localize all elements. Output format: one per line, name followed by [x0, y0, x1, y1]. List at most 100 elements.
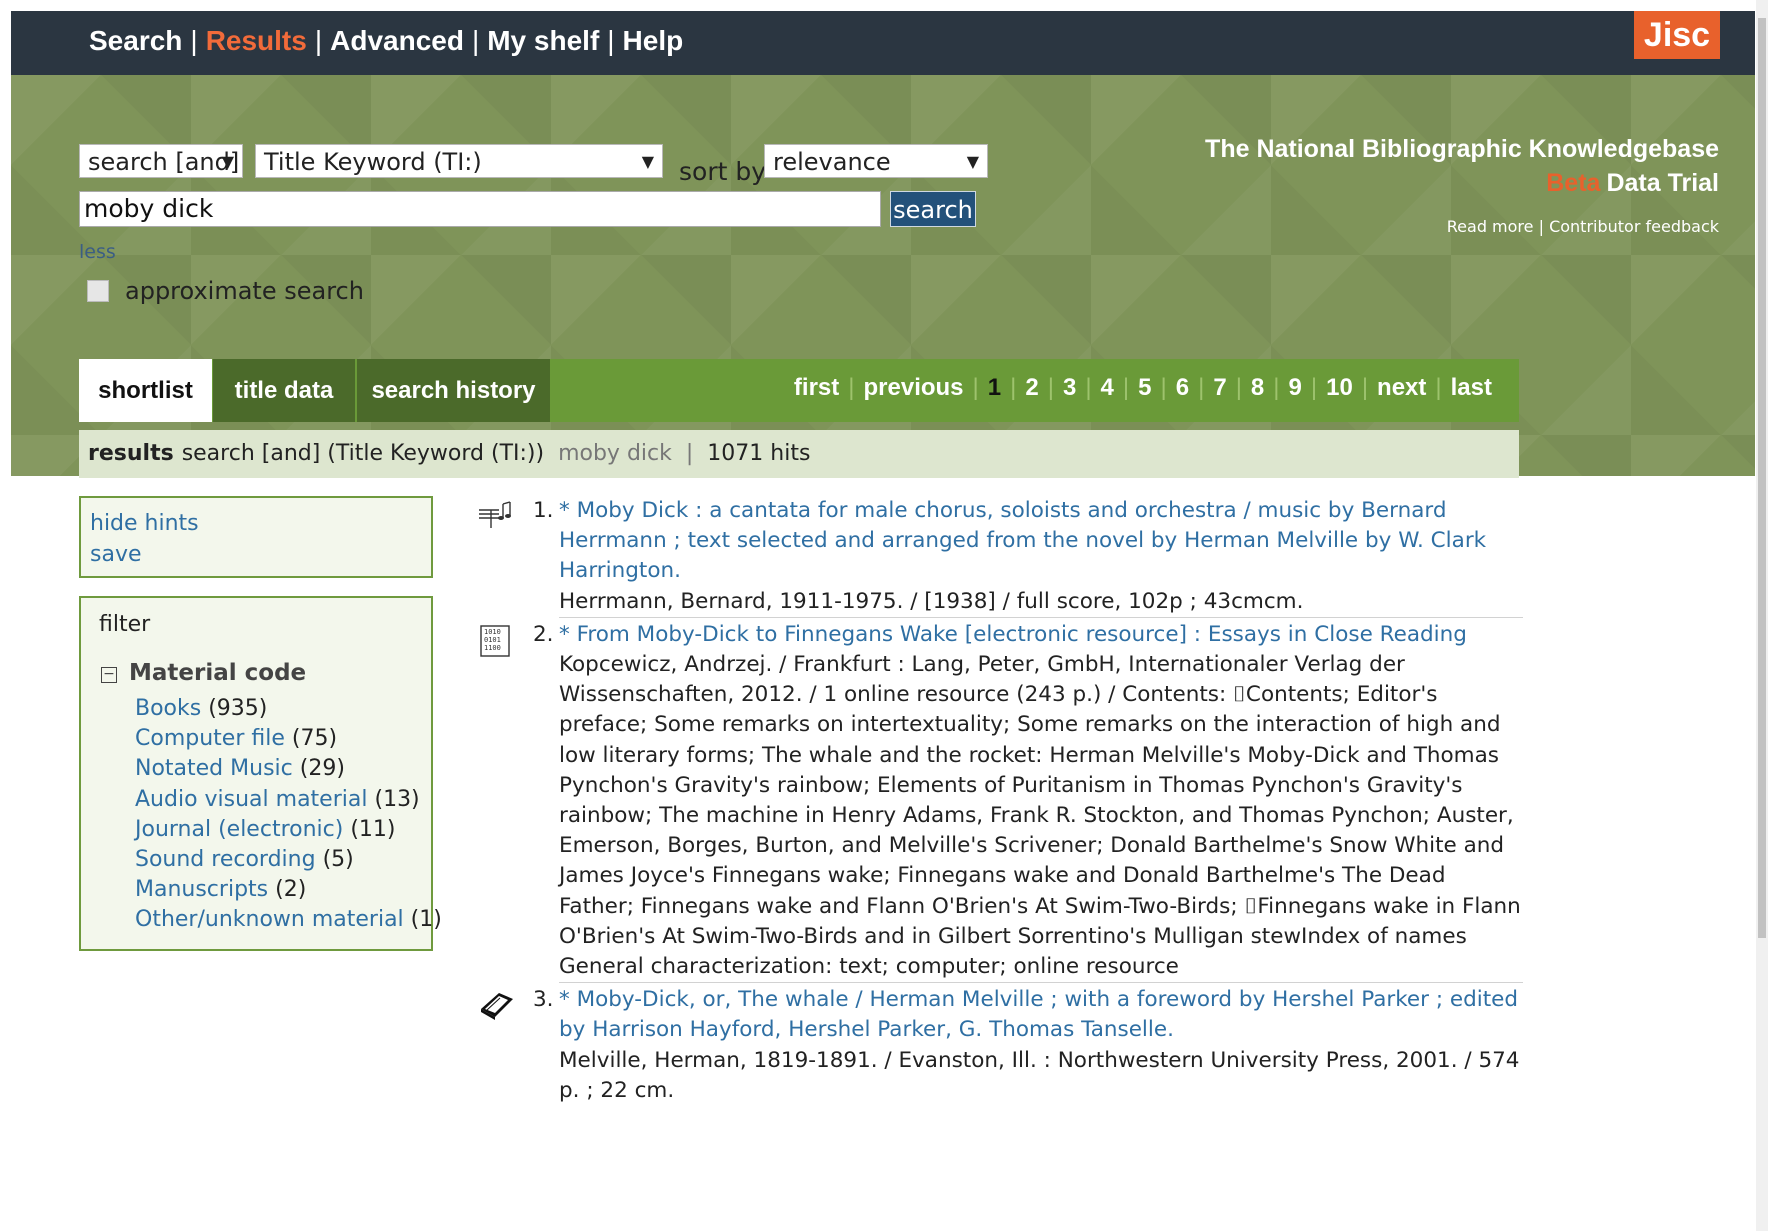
nav-help[interactable]: Help	[623, 25, 684, 56]
nav-my-shelf[interactable]: My shelf	[487, 25, 599, 56]
filter-journal-link[interactable]: Journal (electronic)	[135, 817, 343, 842]
book-icon	[477, 989, 515, 1021]
nav-results[interactable]: Results	[206, 25, 307, 56]
result-item: 3. * Moby-Dick, or, The whale / Herman M…	[477, 985, 1523, 1106]
dropdown-arrow-icon: ▼	[966, 152, 979, 171]
field-value: Title Keyword (TI:)	[264, 148, 482, 176]
pager-last[interactable]: last	[1442, 374, 1501, 401]
pager-page-1[interactable]: 1	[979, 374, 1010, 401]
result-item: 1010 0101 1100 2. * From Moby-Dick to Finn…	[477, 620, 1523, 984]
results-query: moby dick	[558, 441, 672, 466]
read-more-link[interactable]: Read more	[1447, 217, 1534, 236]
filter-title: filter	[99, 612, 151, 637]
filter-item: Manuscripts (2)	[135, 875, 442, 905]
field-select[interactable]: Title Keyword (TI:) ▼	[255, 144, 663, 178]
material-code-group[interactable]: − Material code	[101, 660, 306, 686]
pager-page-5[interactable]: 5	[1129, 374, 1160, 401]
pager-page-9[interactable]: 9	[1280, 374, 1311, 401]
result-body: * Moby-Dick, or, The whale / Herman Melv…	[559, 985, 1523, 1106]
pager-page-2[interactable]: 2	[1016, 374, 1047, 401]
pager-page-4[interactable]: 4	[1092, 374, 1123, 401]
filter-count: (11)	[350, 816, 396, 842]
beta-label: Beta	[1546, 169, 1601, 197]
filter-count: (935)	[208, 696, 268, 721]
scrollbar-thumb[interactable]	[1758, 18, 1766, 938]
filter-item: Notated Music (29)	[135, 754, 442, 784]
result-divider	[559, 616, 1523, 618]
svg-text:1100: 1100	[484, 644, 501, 652]
nav-search[interactable]: Search	[89, 25, 182, 56]
filter-other-link[interactable]: Other/unknown material	[135, 907, 404, 932]
approximate-search-label: approximate search	[125, 277, 364, 305]
filter-manuscripts-link[interactable]: Manuscripts	[135, 877, 268, 902]
filter-sound-recording-link[interactable]: Sound recording	[135, 847, 316, 872]
tab-shortlist[interactable]: shortlist	[79, 359, 212, 422]
contributor-feedback-link[interactable]: Contributor feedback	[1549, 217, 1719, 236]
save-link[interactable]: save	[90, 539, 422, 570]
result-details: Melville, Herman, 1819-1891. / Evanston,…	[559, 1047, 1520, 1103]
nav-separator: |	[314, 25, 323, 56]
pager-divider: |	[972, 374, 979, 401]
search-banner: search [and] ▼ Title Keyword (TI:) ▼ sor…	[11, 75, 1755, 476]
search-input[interactable]: moby dick	[79, 191, 881, 227]
pager-page-3[interactable]: 3	[1054, 374, 1085, 401]
nav-links: Search | Results | Advanced | My shelf | Help	[89, 25, 683, 57]
filter-notated-music-link[interactable]: Notated Music	[135, 756, 293, 781]
filter-audio-visual-link[interactable]: Audio visual material	[135, 787, 367, 812]
pager-divider: |	[848, 374, 855, 401]
filter-item: Computer file (75)	[135, 724, 442, 754]
material-code-label: Material code	[129, 660, 307, 686]
approximate-search-checkbox[interactable]	[87, 280, 109, 302]
approximate-search-option[interactable]: approximate search	[87, 277, 364, 305]
result-body: * From Moby-Dick to Finnegans Wake [elec…	[559, 620, 1523, 982]
pager-first[interactable]: first	[785, 374, 848, 401]
svg-text:1010: 1010	[484, 628, 501, 636]
results-summary: results search [and] (Title Keyword (TI:)…	[79, 430, 1519, 478]
pager-page-10[interactable]: 10	[1317, 374, 1362, 401]
hints-box: hide hints save	[79, 496, 433, 578]
result-number: 2.	[533, 621, 554, 647]
sort-value: relevance	[773, 148, 891, 176]
less-link[interactable]: less	[79, 241, 116, 263]
brand-links: Read more | Contributor feedback	[1447, 217, 1719, 236]
pager-previous[interactable]: previous	[855, 374, 973, 401]
operator-select[interactable]: search [and] ▼	[79, 144, 243, 178]
site-subtitle: Beta Data Trial	[1546, 169, 1719, 198]
filter-item: Books (935)	[135, 694, 442, 724]
result-title-link[interactable]: * From Moby-Dick to Finnegans Wake [elec…	[559, 622, 1467, 647]
results-separator: |	[685, 441, 694, 466]
nav-separator: |	[471, 25, 480, 56]
filter-computer-file-link[interactable]: Computer file	[135, 726, 285, 751]
tab-title-data[interactable]: title data	[213, 359, 355, 422]
vertical-scrollbar[interactable]	[1756, 0, 1768, 1231]
top-navigation: Search | Results | Advanced | My shelf | Help Ji…	[11, 11, 1755, 75]
pager-page-6[interactable]: 6	[1167, 374, 1198, 401]
tab-search-history[interactable]: search history	[357, 359, 550, 422]
hide-hints-link[interactable]: hide hints	[90, 508, 422, 539]
computer-file-icon: 1010 0101 1100	[477, 624, 515, 657]
pager-divider: |	[1160, 374, 1167, 401]
filter-item: Sound recording (5)	[135, 845, 442, 875]
nav-advanced[interactable]: Advanced	[330, 25, 464, 56]
filter-count: (1)	[410, 907, 442, 933]
jisc-logo[interactable]: Jisc	[1634, 11, 1720, 59]
filter-box: filter − Material code Books (935) Comput…	[79, 596, 442, 951]
filter-count: (29)	[299, 756, 345, 782]
pager-next[interactable]: next	[1368, 374, 1435, 401]
pager-divider: |	[1435, 374, 1442, 401]
results-hits: 1071 hits	[707, 441, 811, 466]
result-title-link[interactable]: * Moby-Dick, or, The whale / Herman Melv…	[559, 987, 1518, 1042]
result-number: 1.	[533, 498, 554, 523]
dropdown-arrow-icon: ▼	[641, 152, 654, 171]
filter-item: Audio visual material (13)	[135, 785, 442, 815]
result-title-link[interactable]: * Moby Dick : a cantata for male chorus,…	[559, 498, 1486, 583]
search-button[interactable]: search	[890, 191, 976, 227]
music-score-icon	[477, 500, 515, 532]
filter-count: (13)	[374, 786, 420, 812]
sort-select[interactable]: relevance ▼	[764, 144, 988, 178]
collapse-icon[interactable]: −	[101, 667, 117, 683]
result-details: Kopcewicz, Andrzej. / Frankfurt : Lang, …	[559, 652, 1521, 949]
pager-page-7[interactable]: 7	[1204, 374, 1235, 401]
filter-books-link[interactable]: Books	[135, 696, 201, 721]
pager-page-8[interactable]: 8	[1242, 374, 1273, 401]
